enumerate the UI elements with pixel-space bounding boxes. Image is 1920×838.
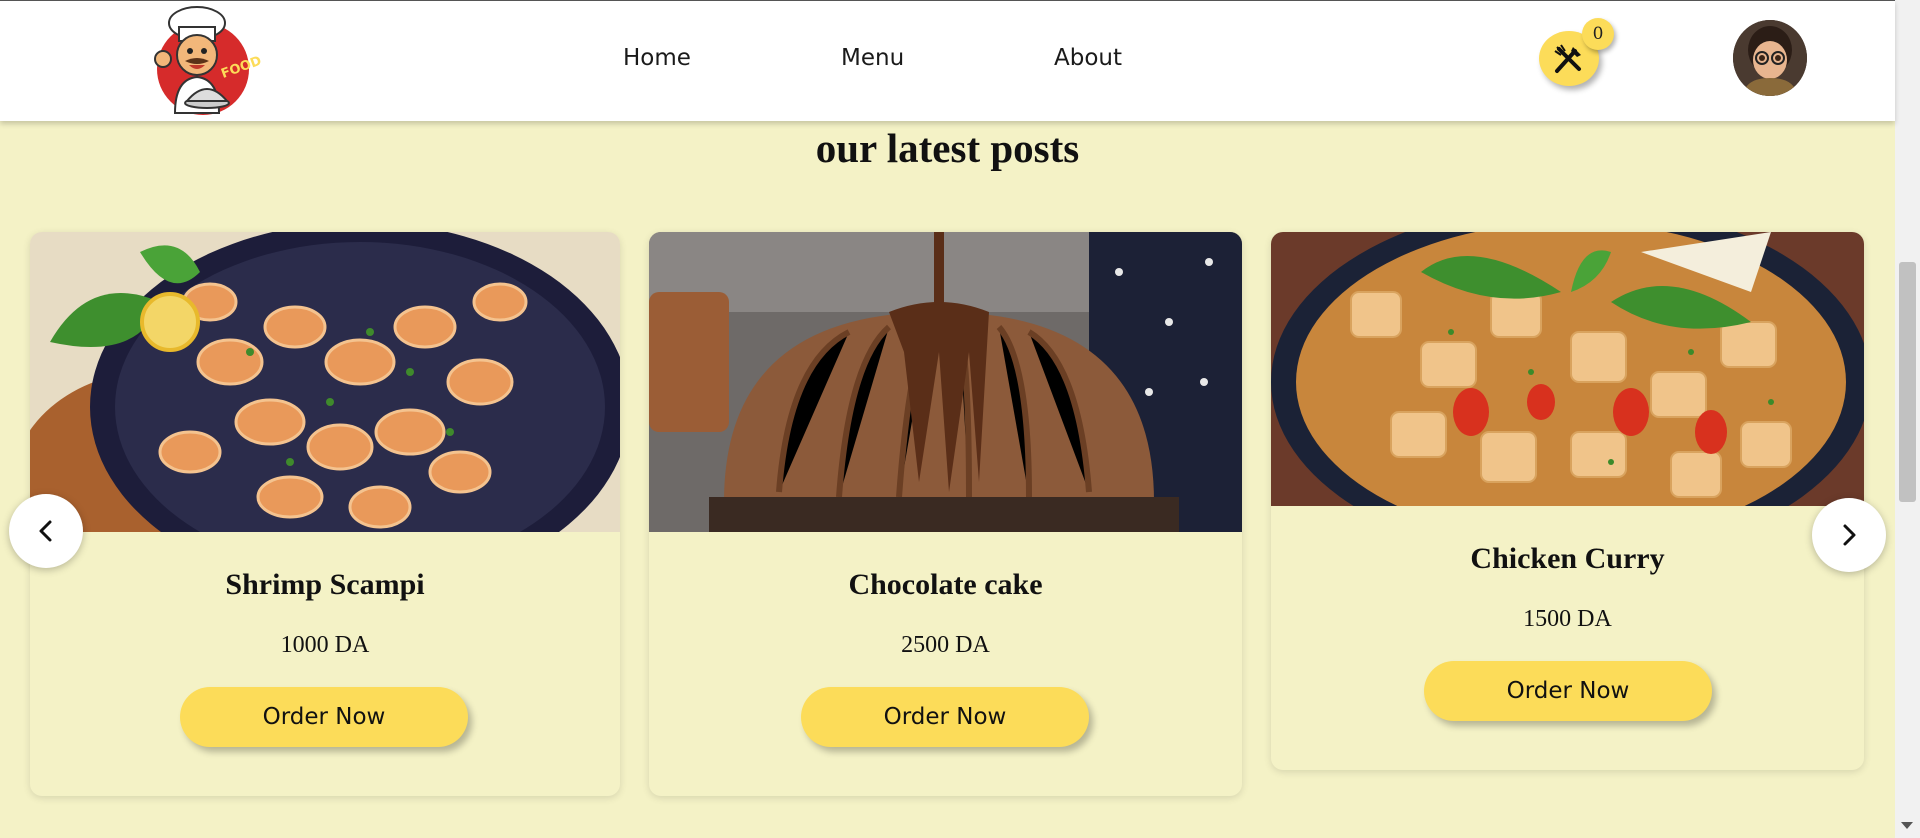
food-card: Chocolate cake 2500 DA Order Now bbox=[649, 232, 1242, 796]
card-title: Shrimp Scampi bbox=[225, 568, 425, 601]
nav-menu-link[interactable]: Menu bbox=[841, 45, 904, 71]
card-price: 2500 DA bbox=[901, 632, 990, 658]
chocolate-cake-image bbox=[649, 232, 1242, 532]
carousel-next-button[interactable] bbox=[1812, 498, 1886, 572]
card-price: 1500 DA bbox=[1523, 606, 1612, 632]
chef-logo[interactable]: FOOD bbox=[145, 3, 265, 123]
food-card: Chicken Curry 1500 DA Order Now bbox=[1271, 232, 1864, 770]
section-title: our latest posts bbox=[815, 125, 1080, 171]
site-header: FOOD Home Menu About 0 bbox=[0, 0, 1895, 121]
order-now-button[interactable]: Order Now bbox=[1424, 661, 1712, 721]
nav-about-link[interactable]: About bbox=[1054, 45, 1122, 71]
scroll-down-arrow-icon[interactable] bbox=[1901, 822, 1913, 829]
fork-knife-icon bbox=[1554, 44, 1581, 73]
chevron-left-icon bbox=[39, 520, 52, 542]
scrollbar-thumb[interactable] bbox=[1899, 262, 1916, 502]
carousel-prev-button[interactable] bbox=[9, 494, 83, 568]
order-now-button[interactable]: Order Now bbox=[801, 687, 1089, 747]
card-title: Chicken Curry bbox=[1470, 542, 1665, 575]
chicken-curry-image bbox=[1271, 232, 1864, 562]
nav-home-link[interactable]: Home bbox=[623, 45, 691, 71]
order-now-button[interactable]: Order Now bbox=[180, 687, 468, 747]
user-avatar[interactable] bbox=[1733, 20, 1807, 96]
card-title: Chocolate cake bbox=[848, 568, 1043, 601]
cart-count-badge: 0 bbox=[1582, 18, 1614, 50]
food-card: Shrimp Scampi 1000 DA Order Now bbox=[30, 232, 620, 796]
shrimp-scampi-image bbox=[30, 232, 620, 612]
chevron-right-icon bbox=[1843, 524, 1856, 546]
card-price: 1000 DA bbox=[280, 632, 370, 658]
